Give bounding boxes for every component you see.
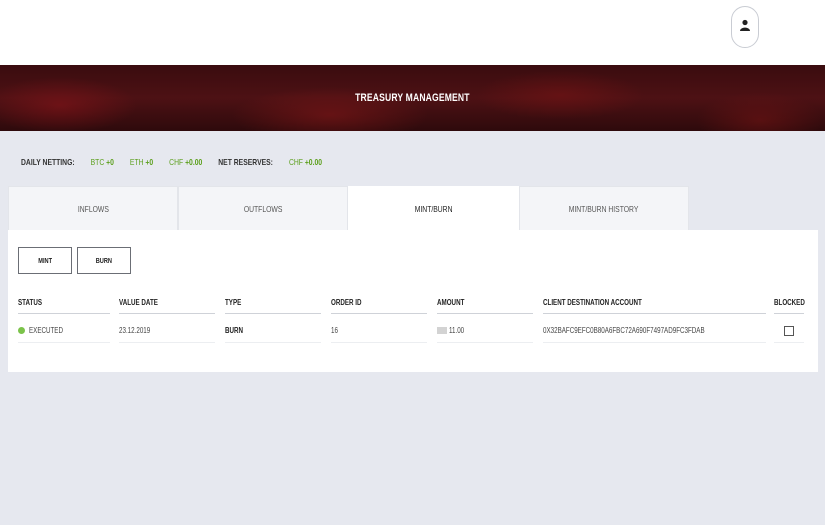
row-status: EXECUTED xyxy=(18,322,110,343)
blocked-checkbox[interactable] xyxy=(784,325,794,336)
column-header-blocked[interactable]: BLOCKED xyxy=(774,298,805,314)
eth-netting: ETH +0 xyxy=(129,157,154,167)
burn-button[interactable]: BURN xyxy=(77,247,131,274)
tab-bar: INFLOWS OUTFLOWS MINT/BURN MINT/BURN HIS… xyxy=(8,186,691,230)
column-header-client-destination-account[interactable]: CLIENT DESTINATION ACCOUNT xyxy=(543,298,766,314)
row-amount: 11.00 xyxy=(437,322,533,343)
chf-netting: CHF +0.00 xyxy=(169,157,203,167)
currency-flag-icon xyxy=(437,327,447,335)
page-banner: TREASURY MANAGEMENT xyxy=(0,65,825,131)
row-order-id: 16 xyxy=(331,322,427,343)
column-header-value-date[interactable]: VALUE DATE xyxy=(119,298,215,314)
status-indicator xyxy=(18,327,25,335)
tab-inflows[interactable]: INFLOWS xyxy=(8,186,178,230)
tab-outflows[interactable]: OUTFLOWS xyxy=(178,186,348,230)
mint-button[interactable]: MINT xyxy=(18,247,72,274)
row-client-destination-account: 0X32BAFC9EFC0B80A6FBC72A690F7497AD9FC3FD… xyxy=(543,322,766,343)
row-blocked xyxy=(774,322,804,343)
column-header-status[interactable]: STATUS xyxy=(18,298,110,314)
row-value-date: 23.12.2019 xyxy=(119,322,215,343)
btc-netting: BTC +0 xyxy=(90,157,114,167)
column-header-order-id[interactable]: ORDER ID xyxy=(331,298,427,314)
top-bar xyxy=(0,0,825,65)
column-header-amount[interactable]: AMOUNT xyxy=(437,298,533,314)
net-reserves-label: NET RESERVES: xyxy=(218,157,273,167)
row-type: BURN xyxy=(225,322,321,343)
tab-mint-burn-history[interactable]: MINT/BURN HISTORY xyxy=(519,186,689,230)
mint-burn-panel: MINT BURN STATUS VALUE DATE TYPE ORDER I… xyxy=(8,230,818,372)
user-icon xyxy=(739,18,751,36)
daily-netting-label: DAILY NETTING: xyxy=(21,157,75,167)
tab-mint-burn[interactable]: MINT/BURN xyxy=(348,186,519,230)
netting-summary: DAILY NETTING: BTC +0 ETH +0 CHF +0.00 N… xyxy=(21,155,338,169)
user-menu-button[interactable] xyxy=(731,6,759,48)
column-header-type[interactable]: TYPE xyxy=(225,298,321,314)
chf-reserves: CHF +0.00 xyxy=(288,157,323,167)
page-title: TREASURY MANAGEMENT xyxy=(355,92,470,104)
